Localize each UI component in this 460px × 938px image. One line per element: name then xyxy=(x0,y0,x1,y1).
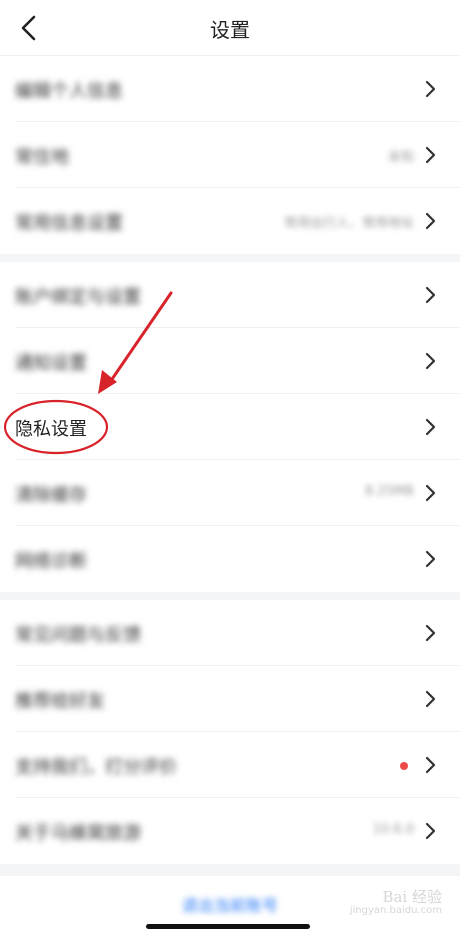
settings-row-edit-profile[interactable]: 编辑个人信息 xyxy=(0,56,460,122)
settings-row-label: 常住地 xyxy=(15,147,69,168)
settings-row-clear-cache[interactable]: 清除缓存 8.25MB xyxy=(0,460,460,526)
chevron-right-icon xyxy=(424,688,438,710)
chevron-right-icon xyxy=(424,210,438,232)
home-indicator[interactable] xyxy=(146,924,310,929)
settings-row-account-binding[interactable]: 账户绑定与设置 xyxy=(0,262,460,328)
settings-row-label: 编辑个人信息 xyxy=(15,81,123,102)
settings-row-label: 清除缓存 xyxy=(15,485,87,506)
chevron-right-icon xyxy=(424,284,438,306)
settings-row-privacy[interactable]: 隐私设置 xyxy=(0,394,460,460)
settings-row-label: 常见问题与反馈 xyxy=(15,625,141,646)
settings-row-label: 关于马蜂窝旅游 xyxy=(15,823,141,844)
settings-row-value: 常用出行人、常用地址 xyxy=(283,216,414,231)
settings-row-common-info[interactable]: 常用信息设置 常用出行人、常用地址 xyxy=(0,188,460,254)
settings-row-network-diagnosis[interactable]: 网络诊断 xyxy=(0,526,460,592)
settings-row-label: 推荐给好友 xyxy=(15,691,105,712)
chevron-right-icon xyxy=(424,144,438,166)
settings-row-value: 8.25MB xyxy=(364,484,414,499)
chevron-right-icon xyxy=(424,820,438,842)
chevron-right-icon xyxy=(424,754,438,776)
chevron-right-icon xyxy=(424,416,438,438)
settings-row-label: 隐私设置 xyxy=(15,419,87,440)
settings-row-label: 常用信息设置 xyxy=(15,213,123,234)
chevron-right-icon xyxy=(424,548,438,570)
settings-row-about[interactable]: 关于马蜂窝旅游 10.6.0 xyxy=(0,798,460,864)
settings-row-value: 未知 xyxy=(387,150,414,165)
settings-row-notifications[interactable]: 通知设置 xyxy=(0,328,460,394)
chevron-right-icon xyxy=(424,78,438,100)
settings-row-faq-feedback[interactable]: 常见问题与反馈 xyxy=(0,600,460,666)
settings-row-label: 支持我们，打分评价 xyxy=(15,757,177,778)
chevron-right-icon xyxy=(424,622,438,644)
watermark: Bai 经验 jingyan.baidu.com xyxy=(349,888,442,916)
watermark-brand: Bai 经验 xyxy=(382,888,442,906)
section-gap xyxy=(0,864,460,876)
settings-row-rate-us[interactable]: 支持我们，打分评价 xyxy=(0,732,460,798)
settings-row-value: 10.6.0 xyxy=(372,822,414,837)
chevron-right-icon xyxy=(424,350,438,372)
settings-row-label: 网络诊断 xyxy=(15,551,87,572)
settings-row-label: 账户绑定与设置 xyxy=(15,287,141,308)
settings-row-recommend-friends[interactable]: 推荐给好友 xyxy=(0,666,460,732)
page-title: 设置 xyxy=(210,18,250,42)
settings-row-residence[interactable]: 常住地 未知 xyxy=(0,122,460,188)
settings-row-label: 通知设置 xyxy=(15,353,87,374)
watermark-url: jingyan.baidu.com xyxy=(349,904,442,916)
chevron-right-icon xyxy=(424,482,438,504)
notification-dot xyxy=(400,762,408,770)
top-nav-bar: 设置 xyxy=(0,0,460,56)
